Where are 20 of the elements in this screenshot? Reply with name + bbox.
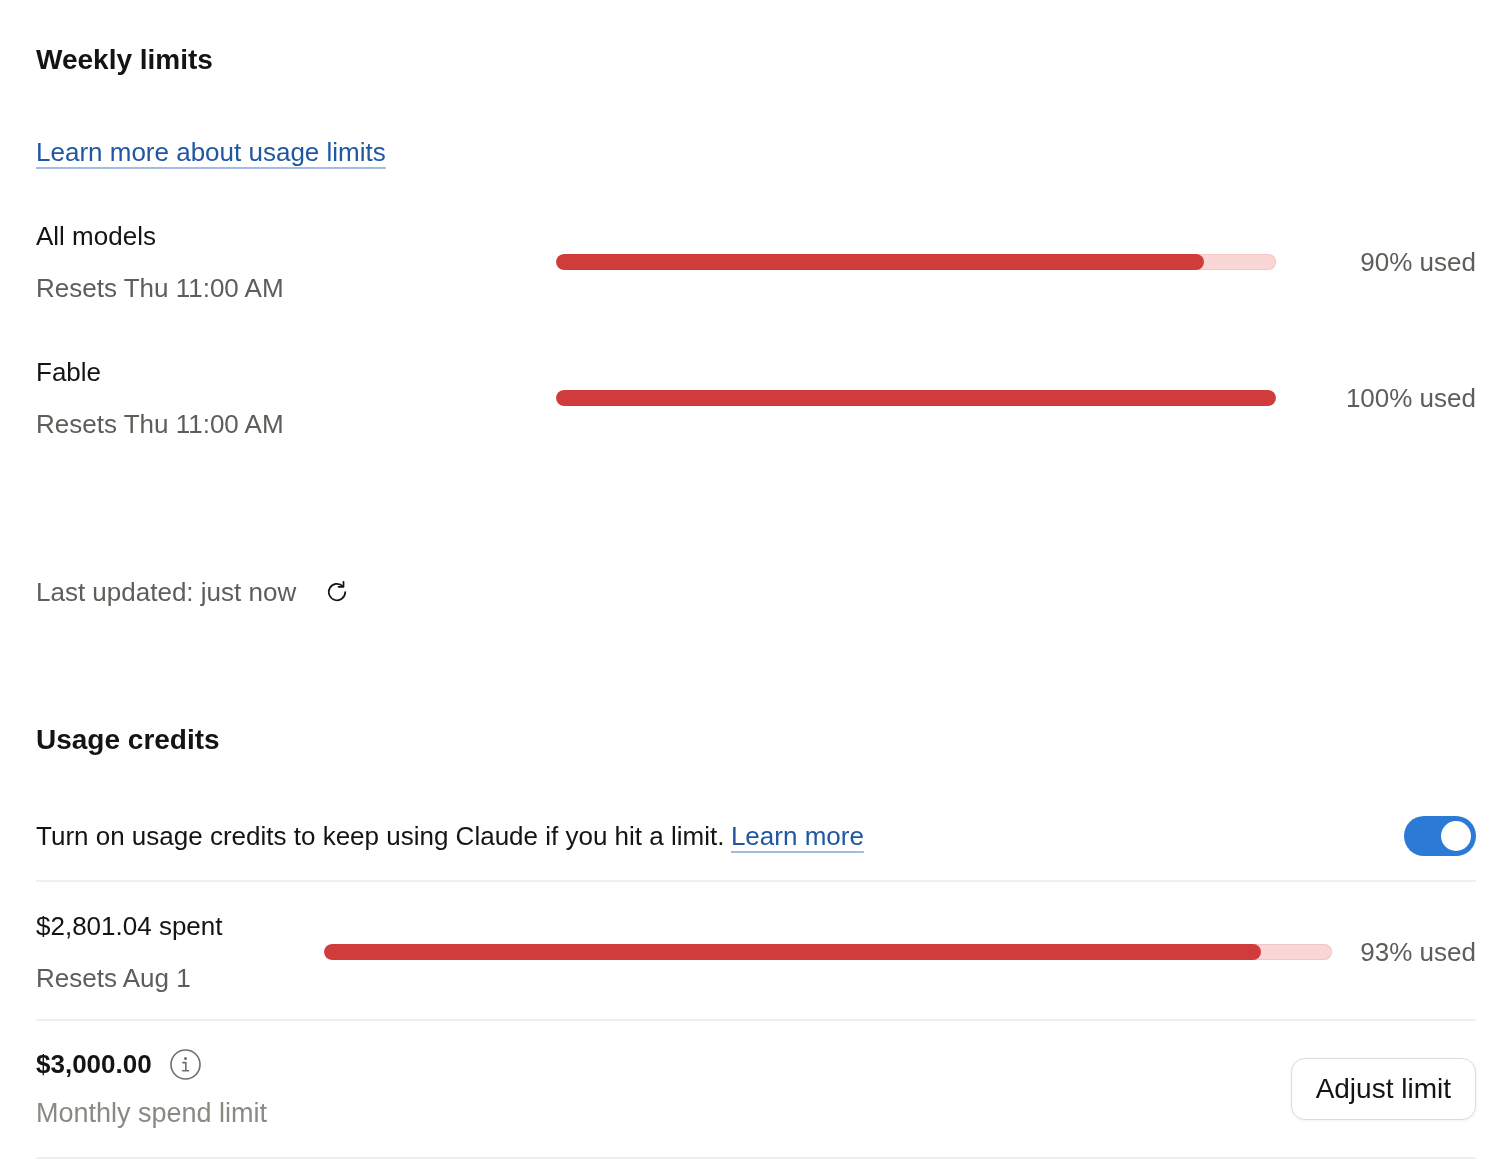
amount-spent: $2,801.04 spent bbox=[36, 910, 223, 942]
usage-reading: 90% used bbox=[1360, 246, 1476, 278]
spend-limit-caption: Monthly spend limit bbox=[36, 1097, 268, 1129]
usage-credits-description: Turn on usage credits to keep using Claude if you hit a limit. Learn more bbox=[36, 820, 864, 852]
learn-more-link[interactable]: Learn more bbox=[730, 821, 864, 851]
meter-label: Fable bbox=[36, 356, 102, 388]
reset-date: Resets Aug 1 bbox=[36, 962, 191, 994]
usage-reading: 93% used bbox=[1360, 936, 1476, 968]
adjust-limit-button[interactable]: Adjust limit bbox=[1290, 1057, 1476, 1120]
usage-reading: 100% used bbox=[1345, 382, 1476, 414]
usage-credits-toggle[interactable] bbox=[1404, 816, 1476, 856]
section-heading: Weekly limits bbox=[36, 43, 213, 77]
reset-time: Resets Thu 11:00 AM bbox=[36, 408, 284, 440]
info-icon[interactable] bbox=[169, 1048, 201, 1080]
last-updated-text: Last updated: just now bbox=[36, 576, 297, 608]
section-heading: Usage credits bbox=[36, 723, 220, 757]
meter-label: All models bbox=[36, 220, 156, 252]
usage-limits-link[interactable]: Learn more about usage limits bbox=[36, 136, 386, 168]
reset-time: Resets Thu 11:00 AM bbox=[36, 272, 284, 304]
spend-limit-amount: $3,000.00 bbox=[36, 1048, 152, 1080]
